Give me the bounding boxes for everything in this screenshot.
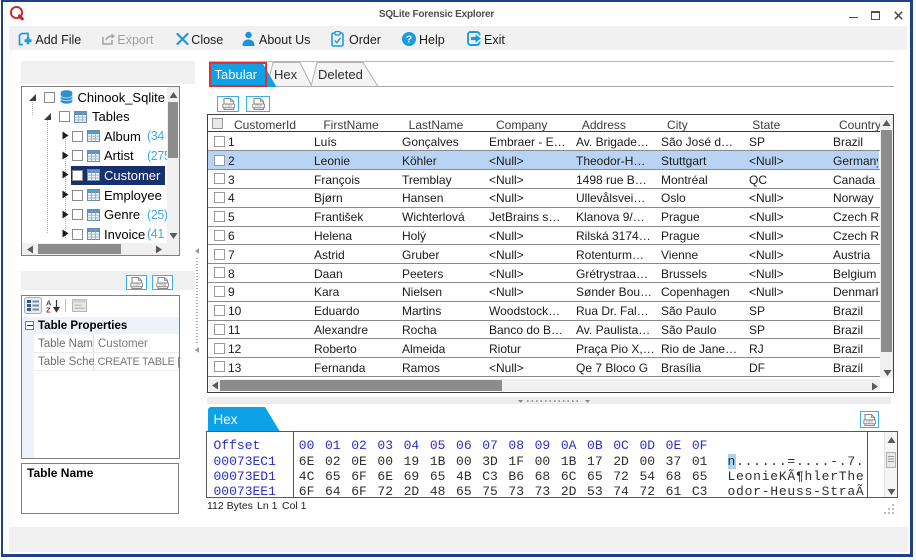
svg-text:CSV: CSV — [225, 104, 233, 108]
svg-text:Z: Z — [46, 306, 51, 314]
svg-text:PDB: PDB — [159, 283, 167, 287]
svg-text:HEX: HEX — [866, 420, 874, 424]
svg-text:PDF: PDF — [255, 104, 262, 108]
svg-text:CSV: CSV — [133, 283, 141, 287]
svg-text:?: ? — [406, 34, 412, 46]
